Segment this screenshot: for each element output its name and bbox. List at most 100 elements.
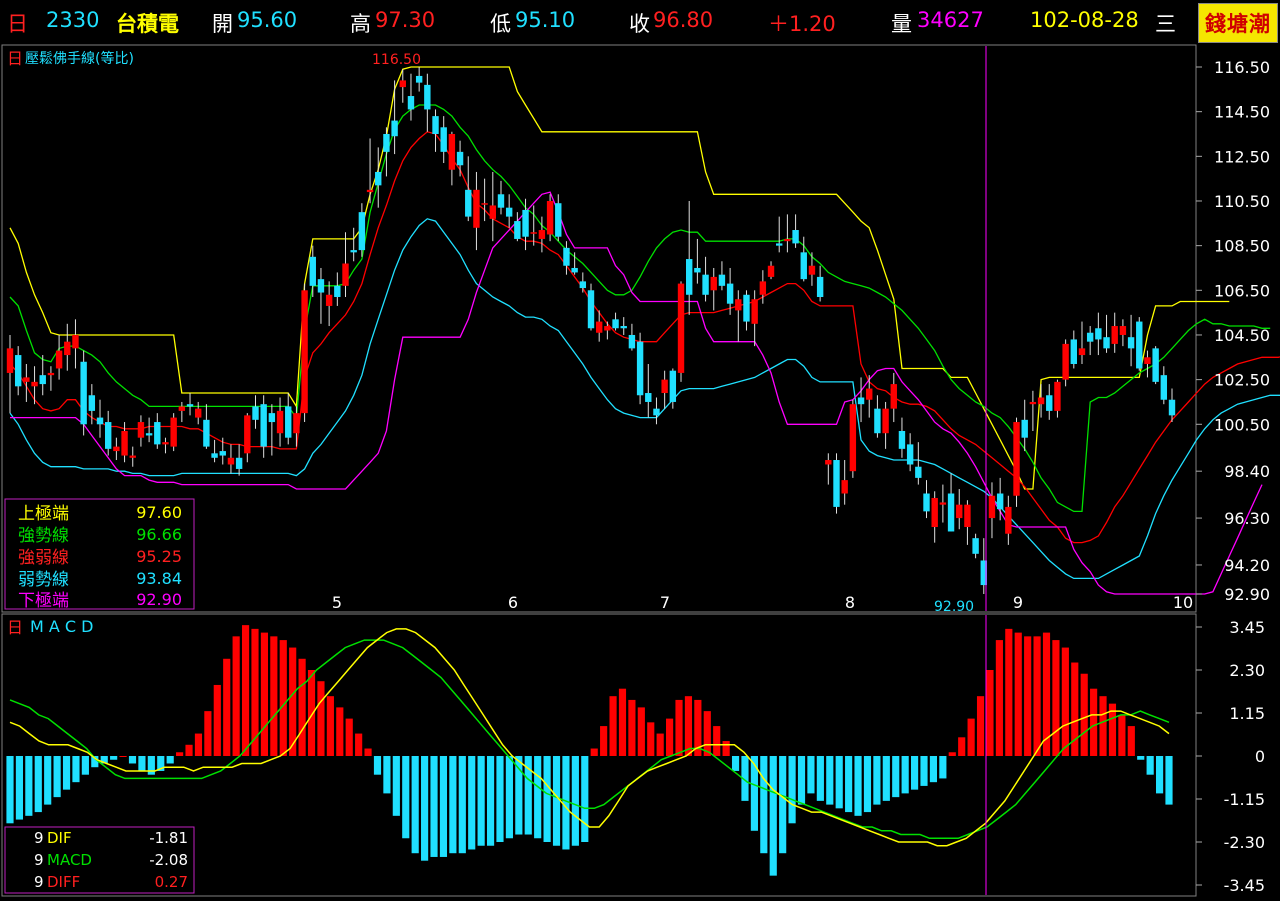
price-plot[interactable] xyxy=(6,66,1280,595)
chart-area[interactable]: 日 壓鬆佛手線(等比) 116.50 92.90 上極端 97.60 強勢線 9… xyxy=(0,0,1280,901)
candle-body xyxy=(677,283,685,373)
candle xyxy=(235,444,243,476)
histogram-bar xyxy=(505,756,513,839)
y-tick-label: 108.50 xyxy=(1214,237,1270,256)
candle-body xyxy=(612,319,619,329)
legend-value-dif: -1.81 xyxy=(149,829,188,847)
candle-body xyxy=(514,221,521,239)
y-tick-label: 94.20 xyxy=(1224,556,1270,575)
candle xyxy=(293,406,300,447)
candle-body xyxy=(88,395,96,411)
candle xyxy=(915,442,922,485)
y-tick-label: 3.45 xyxy=(1229,618,1265,637)
candle xyxy=(456,140,464,177)
candle-body xyxy=(211,453,218,458)
candle-body xyxy=(1046,395,1053,411)
candle xyxy=(522,198,529,251)
histogram-bar xyxy=(816,756,824,801)
candle-body xyxy=(505,207,513,217)
histogram-bar xyxy=(609,696,617,756)
candle-body xyxy=(293,413,300,434)
candle-body xyxy=(170,417,177,447)
candle-body xyxy=(522,209,529,237)
histogram-bar xyxy=(1090,688,1098,756)
candle xyxy=(391,80,398,155)
candle xyxy=(366,138,374,204)
histogram-bar xyxy=(779,756,787,854)
candle xyxy=(546,194,554,242)
histogram-bar xyxy=(62,756,71,790)
candle xyxy=(440,116,447,164)
histogram-bar xyxy=(128,756,137,764)
price-legend: 上極端 97.60 強勢線 96.66 強弱線 95.25 弱勢線 93.84 … xyxy=(4,498,195,611)
y-tick-label: 114.50 xyxy=(1214,103,1270,122)
candle-body xyxy=(669,370,677,402)
candle-body xyxy=(849,404,857,472)
candle xyxy=(1119,319,1127,347)
legend-value-balance-line: 95.25 xyxy=(136,547,182,566)
candle xyxy=(301,283,308,423)
histogram-bar xyxy=(402,756,410,839)
y-tick-label: -3.45 xyxy=(1224,876,1265,895)
histogram-bar xyxy=(421,756,429,861)
histogram-bar xyxy=(769,756,777,876)
histogram-bar xyxy=(270,636,278,756)
candle xyxy=(702,256,709,302)
candle xyxy=(710,267,717,311)
candle-body xyxy=(816,276,824,298)
candle xyxy=(1078,321,1086,364)
candle-body xyxy=(1013,422,1020,496)
histogram-bar xyxy=(345,718,353,756)
histogram-bar xyxy=(326,696,334,756)
candle xyxy=(833,453,840,514)
histogram-bar xyxy=(637,707,645,756)
legend-prefix-dif: 9 xyxy=(34,829,44,847)
histogram-bar xyxy=(439,756,448,857)
candle xyxy=(1111,312,1118,353)
candle-body xyxy=(334,285,341,298)
candle-body xyxy=(1095,328,1102,340)
histogram-bar xyxy=(34,756,42,813)
histogram-bar xyxy=(260,632,268,756)
histogram-bar xyxy=(223,658,231,756)
candle xyxy=(743,290,750,331)
y-tick-label: 100.50 xyxy=(1214,415,1270,434)
candle xyxy=(39,355,46,396)
histogram-bar xyxy=(534,756,542,839)
candle xyxy=(636,332,644,405)
candle xyxy=(178,401,186,423)
candle-body xyxy=(489,205,497,219)
histogram-bar xyxy=(25,756,33,816)
candle-body xyxy=(317,279,325,293)
candle-body xyxy=(694,267,701,273)
candle-body xyxy=(1078,348,1086,356)
candle xyxy=(882,401,889,449)
histogram-bar xyxy=(1127,726,1135,756)
histogram-bar xyxy=(1137,756,1145,760)
candle-body xyxy=(620,326,627,329)
candle-body xyxy=(481,203,488,205)
histogram-bar xyxy=(147,756,155,775)
candle-body xyxy=(636,341,644,396)
histogram-bar xyxy=(797,756,806,805)
candle xyxy=(252,395,259,429)
candle xyxy=(841,460,848,505)
candle xyxy=(1013,417,1020,507)
candle-body xyxy=(55,350,63,369)
histogram-bar xyxy=(948,752,956,756)
histogram-bar xyxy=(835,756,843,809)
candle-body xyxy=(1111,326,1118,344)
candle-body xyxy=(456,151,464,166)
candle-body xyxy=(628,334,636,349)
price-panel-period: 日 xyxy=(7,49,23,68)
candle-body xyxy=(906,444,914,465)
histogram-bar xyxy=(336,707,344,756)
candle-body xyxy=(857,397,865,405)
candle-body xyxy=(497,194,505,208)
candle-body xyxy=(244,415,251,454)
histogram-bar xyxy=(731,756,740,771)
candle-body xyxy=(653,408,660,416)
histogram-bar xyxy=(590,748,598,756)
histogram-bar xyxy=(251,628,259,756)
histogram-bar xyxy=(1024,636,1032,756)
